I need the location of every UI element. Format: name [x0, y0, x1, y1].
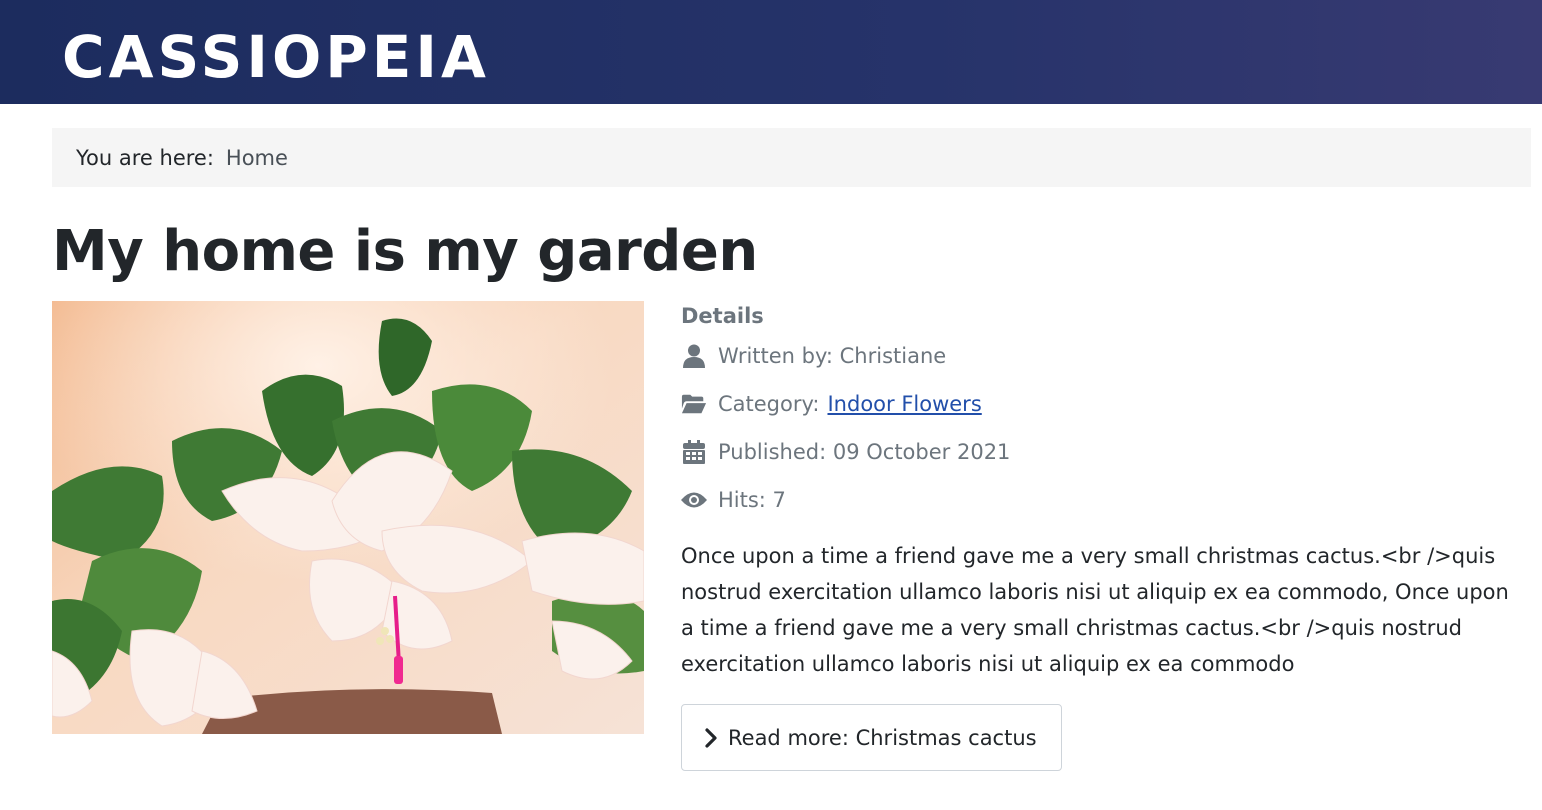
- folder-open-icon: [681, 392, 707, 416]
- category-link[interactable]: Indoor Flowers: [827, 392, 981, 416]
- site-brand-logo[interactable]: CASSIOPEIA: [62, 24, 490, 90]
- read-more-button[interactable]: Read more: Christmas cactus: [681, 704, 1062, 771]
- detail-published: Published: 09 October 2021: [681, 428, 1521, 476]
- article-details: Details Written by: Christiane Category:…: [681, 300, 1521, 524]
- hits-label: Hits: 7: [718, 488, 786, 512]
- read-more-label: Read more: Christmas cactus: [728, 725, 1037, 750]
- breadcrumb-home-link[interactable]: Home: [226, 146, 288, 170]
- eye-icon: [681, 488, 707, 512]
- detail-hits: Hits: 7: [681, 476, 1521, 524]
- category-prefix: Category:: [718, 392, 820, 416]
- detail-category: Category: Indoor Flowers: [681, 380, 1521, 428]
- article-intro-text: Once upon a time a friend gave me a very…: [681, 544, 1509, 676]
- user-icon: [681, 344, 707, 368]
- article-image: [52, 301, 644, 734]
- christmas-cactus-photo: [52, 301, 644, 734]
- published-label: Published: 09 October 2021: [718, 440, 1011, 464]
- breadcrumb: You are here: Home: [52, 128, 1531, 187]
- article-title: My home is my garden: [52, 219, 758, 284]
- author-label: Written by: Christiane: [718, 344, 947, 368]
- detail-author: Written by: Christiane: [681, 332, 1521, 380]
- chevron-right-icon: [704, 727, 722, 749]
- details-heading: Details: [681, 304, 764, 328]
- calendar-icon: [681, 440, 707, 464]
- site-header: CASSIOPEIA: [0, 0, 1542, 104]
- breadcrumb-prefix: You are here:: [76, 145, 214, 170]
